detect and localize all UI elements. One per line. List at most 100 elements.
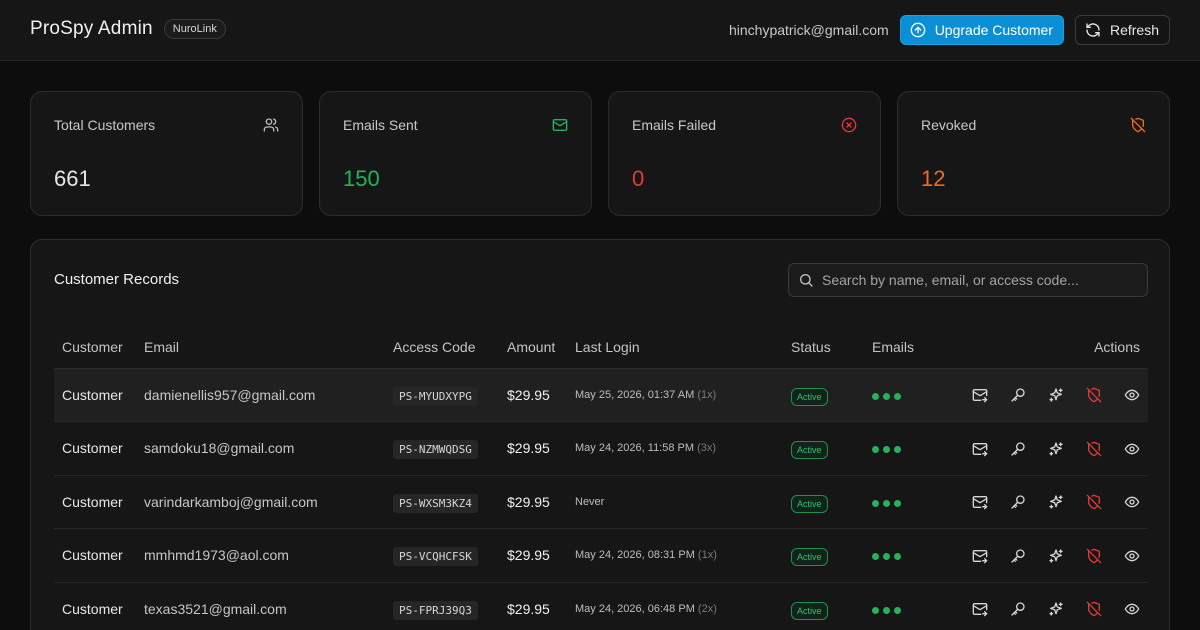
stat-cards: Total Customers 661 Emails Sent 150 Emai… <box>30 91 1170 216</box>
last-login: Never <box>575 495 605 508</box>
search-input[interactable] <box>822 272 1142 288</box>
row-actions <box>944 368 1148 422</box>
stat-value: 150 <box>343 166 380 191</box>
column-header-status[interactable]: Status <box>783 330 864 369</box>
column-header-amount[interactable]: Amount <box>499 330 567 369</box>
table-row[interactable]: Customer varindarkamboj@gmail.com PS-WXS… <box>54 475 1148 529</box>
sparkle-icon[interactable] <box>1048 548 1064 564</box>
access-code[interactable]: PS-FPRJ39Q3 <box>393 600 478 620</box>
resend-email-icon[interactable] <box>972 494 988 510</box>
email-dot <box>883 446 890 454</box>
key-icon[interactable] <box>1010 494 1026 510</box>
stat-label: Emails Failed <box>632 117 717 133</box>
column-header-access-code[interactable]: Access Code <box>385 330 499 369</box>
column-header-emails[interactable]: Emails <box>864 330 944 369</box>
stat-label: Emails Sent <box>343 117 418 133</box>
search-box[interactable] <box>788 263 1148 297</box>
access-code[interactable]: PS-VCQHCFSK <box>393 547 478 567</box>
email-dot <box>894 446 901 454</box>
customer-name: Customer <box>54 421 136 476</box>
last-login: May 24, 2026, 06:48 PM <box>575 602 695 615</box>
customer-name: Customer <box>54 368 136 422</box>
access-code[interactable]: PS-MYUDXYPG <box>393 386 478 406</box>
view-eye-icon[interactable] <box>1124 601 1140 617</box>
stat-value: 661 <box>54 166 91 191</box>
sparkle-icon[interactable] <box>1048 494 1064 510</box>
table-row[interactable]: Customer texas3521@gmail.com PS-FPRJ39Q3… <box>54 582 1148 630</box>
status-cell: Active <box>783 368 864 422</box>
email-dot <box>894 606 901 614</box>
resend-email-icon[interactable] <box>972 601 988 617</box>
sparkle-icon[interactable] <box>1048 601 1064 617</box>
revoke-shield-icon[interactable] <box>1086 548 1102 564</box>
key-icon[interactable] <box>1010 548 1026 564</box>
sparkle-icon[interactable] <box>1048 441 1064 457</box>
table-row[interactable]: Customer samdoku18@gmail.com PS-NZMWQDSG… <box>54 421 1148 476</box>
arrow-up-circle-icon <box>910 22 926 38</box>
search-icon <box>800 274 813 287</box>
customer-email: texas3521@gmail.com <box>136 582 385 630</box>
row-actions <box>944 528 1148 583</box>
last-login-cell: Never <box>567 475 783 529</box>
resend-email-icon[interactable] <box>972 441 988 457</box>
customer-email: damienellis957@gmail.com <box>136 368 385 422</box>
revoke-shield-icon[interactable] <box>1086 494 1102 510</box>
login-count: (1x) <box>697 388 717 401</box>
email-dot <box>883 553 890 561</box>
shield-off-icon <box>1130 117 1146 133</box>
resend-email-icon[interactable] <box>972 387 988 403</box>
column-header-email[interactable]: Email <box>136 330 385 369</box>
view-eye-icon[interactable] <box>1124 387 1140 403</box>
row-actions <box>944 475 1148 529</box>
table-row[interactable]: Customer damienellis957@gmail.com PS-MYU… <box>54 368 1148 422</box>
stat-card-emails-failed: Emails Failed 0 <box>608 91 881 216</box>
email-status-dots <box>864 528 944 583</box>
email-dot <box>883 499 890 507</box>
stat-card-total-customers: Total Customers 661 <box>30 91 303 216</box>
refresh-icon <box>1086 23 1100 37</box>
users-icon <box>263 118 279 132</box>
amount: $29.95 <box>499 582 567 630</box>
key-icon[interactable] <box>1010 441 1026 457</box>
status-cell: Active <box>783 421 864 476</box>
column-header-last-login[interactable]: Last Login <box>567 330 783 369</box>
sparkle-icon[interactable] <box>1048 387 1064 403</box>
key-icon[interactable] <box>1010 601 1026 617</box>
last-login: May 24, 2026, 08:31 PM <box>575 549 695 562</box>
email-dot <box>872 499 879 507</box>
login-count: (3x) <box>697 442 717 455</box>
user-email: hinchypatrick@gmail.com <box>728 22 889 38</box>
status-badge: Active <box>791 548 828 567</box>
upgrade-customer-button[interactable]: Upgrade Customer <box>899 15 1064 45</box>
key-icon[interactable] <box>1010 387 1026 403</box>
email-status-dots <box>864 475 944 529</box>
revoke-shield-icon[interactable] <box>1086 441 1102 457</box>
app-title: ProSpy Admin <box>30 18 153 39</box>
table-row[interactable]: Customer mmhmd1973@aol.com PS-VCQHCFSK $… <box>54 528 1148 583</box>
amount: $29.95 <box>499 368 567 422</box>
email-dot <box>872 606 879 614</box>
customer-table: Customer Email Access Code Amount Last L… <box>54 330 1148 630</box>
customer-records-panel: Customer Records Customer Email Access C… <box>30 239 1170 630</box>
email-dot <box>883 606 890 614</box>
access-code[interactable]: PS-NZMWQDSG <box>393 440 478 460</box>
revoke-shield-icon[interactable] <box>1086 387 1102 403</box>
view-eye-icon[interactable] <box>1124 548 1140 564</box>
last-login: May 25, 2026, 01:37 AM <box>575 388 695 401</box>
status-cell: Active <box>783 528 864 583</box>
stat-label: Total Customers <box>54 117 156 133</box>
resend-email-icon[interactable] <box>972 548 988 564</box>
row-actions <box>944 582 1148 630</box>
column-header-customer[interactable]: Customer <box>54 330 136 369</box>
refresh-button[interactable]: Refresh <box>1074 15 1170 45</box>
revoke-shield-icon[interactable] <box>1086 601 1102 617</box>
table-body: Customer damienellis957@gmail.com PS-MYU… <box>54 368 1148 630</box>
last-login: May 24, 2026, 11:58 PM <box>575 442 695 455</box>
customer-email: varindarkamboj@gmail.com <box>136 475 385 529</box>
access-code[interactable]: PS-WXSM3KZ4 <box>393 493 478 513</box>
view-eye-icon[interactable] <box>1124 441 1140 457</box>
stat-value: 12 <box>921 166 946 191</box>
status-badge: Active <box>791 387 828 406</box>
status-cell: Active <box>783 475 864 529</box>
view-eye-icon[interactable] <box>1124 494 1140 510</box>
